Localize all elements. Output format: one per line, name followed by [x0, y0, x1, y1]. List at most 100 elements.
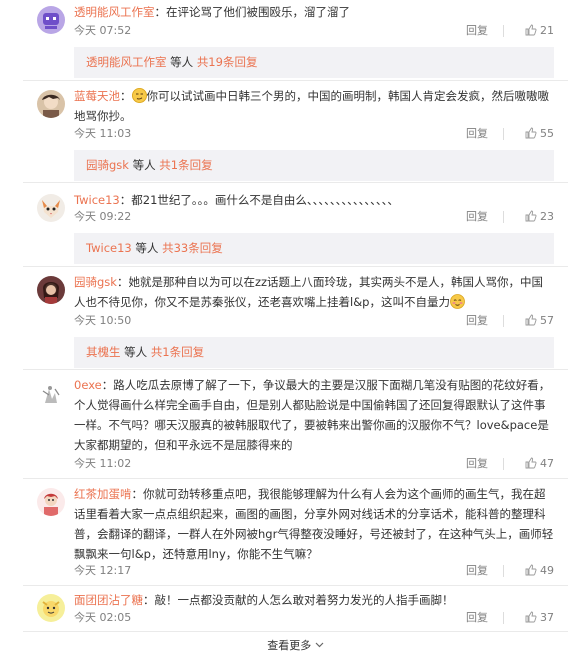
- thumbs-up-icon: [525, 564, 537, 576]
- comment-meta: 今天 12:17 回复 49: [74, 562, 554, 580]
- divider: [23, 266, 568, 267]
- comment-username[interactable]: 园骑gsk: [74, 275, 117, 289]
- comment-meta: 今天 09:22 回复 23: [74, 208, 554, 226]
- comment-time: 今天 02:05: [74, 611, 132, 624]
- reply-button[interactable]: 回复: [466, 125, 488, 143]
- divider: [23, 182, 568, 183]
- sub-reply-mid: 等人: [128, 158, 160, 172]
- comment-username[interactable]: 蓝莓天池: [74, 89, 120, 103]
- sub-reply-box[interactable]: Twice13 等人 共33条回复: [74, 233, 554, 264]
- sub-reply-count[interactable]: 共1条回复: [159, 158, 212, 172]
- like-count: 37: [540, 611, 554, 624]
- like-button[interactable]: 47: [510, 455, 554, 473]
- divider: [503, 315, 504, 327]
- avatar[interactable]: [37, 594, 65, 622]
- sub-reply-mid: 等人: [166, 55, 197, 69]
- comment-meta: 今天 11:02 回复 47: [74, 455, 554, 473]
- comment-meta: 今天 02:05 回复 37: [74, 609, 554, 627]
- comment-body: ：在评论骂了他们被围殴乐，溜了溜了: [154, 5, 351, 19]
- reply-button[interactable]: 回复: [466, 455, 488, 473]
- like-count: 55: [540, 127, 554, 140]
- comment-list: 透明能风工作室：在评论骂了他们被围殴乐，溜了溜了 今天 07:52 回复 21 …: [23, 0, 568, 652]
- like-button[interactable]: 57: [510, 312, 554, 330]
- divider: [23, 585, 568, 586]
- sub-reply-username[interactable]: Twice13: [86, 241, 132, 255]
- like-button[interactable]: 49: [510, 562, 554, 580]
- divider: [503, 128, 504, 140]
- avatar[interactable]: [37, 276, 65, 304]
- like-button[interactable]: 23: [510, 208, 554, 226]
- load-more-button[interactable]: 查看更多: [23, 637, 568, 652]
- like-button[interactable]: 37: [510, 609, 554, 627]
- comment-time: 今天 12:17: [74, 564, 132, 577]
- divider: [503, 612, 504, 624]
- smirk-emoji-icon: [131, 88, 147, 103]
- like-count: 57: [540, 314, 554, 327]
- comment-username[interactable]: 面团团沾了糖: [74, 593, 143, 607]
- sub-reply-mid: 等人: [131, 241, 163, 255]
- like-count: 23: [540, 210, 554, 223]
- divider: [503, 25, 504, 37]
- comment-username[interactable]: 透明能风工作室: [74, 5, 155, 19]
- comment-text: 园骑gsk：她就是那种自以为可以在zz话题上八面玲珑，其实两头不是人，韩国人骂你…: [74, 272, 554, 312]
- comment-text: 面团团沾了糖：敲！一点都没贡献的人怎么敢对着努力发光的人指手画脚！: [74, 590, 554, 610]
- sub-reply-count[interactable]: 共19条回复: [197, 55, 258, 69]
- avatar[interactable]: [37, 90, 65, 118]
- like-count: 49: [540, 564, 554, 577]
- comment-meta: 今天 10:50 回复 57: [74, 312, 554, 330]
- comment-meta: 今天 11:03 回复 55: [74, 125, 554, 143]
- sub-reply-box[interactable]: 园骑gsk 等人 共1条回复: [74, 150, 554, 181]
- reply-button[interactable]: 回复: [466, 312, 488, 330]
- comment-text: 红茶加蛋啃：你就可劲转移重点吧，我很能够理解为什么有人会为这个画师的画生气，我在…: [74, 484, 554, 564]
- thumbs-up-icon: [525, 127, 537, 139]
- sub-reply-box[interactable]: 其槐生 等人 共1条回复: [74, 337, 554, 368]
- comment-meta: 今天 07:52 回复 21: [74, 22, 554, 40]
- sub-reply-username[interactable]: 其槐生: [86, 345, 121, 359]
- sub-reply-username[interactable]: 透明能风工作室: [86, 55, 167, 69]
- comment-text: 蓝莓天池： 你可以试试画中日韩三个男的，中国的画明制，韩国人肯定会发疯，然后嗷嗷嗷…: [74, 86, 554, 126]
- comment-time: 今天 09:22: [74, 210, 132, 223]
- divider: [503, 211, 504, 223]
- thumbs-up-icon: [525, 24, 537, 36]
- comment-text: Twice13：都21世纪了。。。画什么不是自由么、、、、、、、、、、、、、、、: [74, 190, 554, 210]
- comment-body: ：路人吃瓜去原博了解了一下，争议最大的主要是汉服下面糊几笔没有贴图的花纹好看，个…: [74, 378, 551, 452]
- comment-username[interactable]: 红茶加蛋啃: [74, 487, 132, 501]
- reply-button[interactable]: 回复: [466, 562, 488, 580]
- like-count: 47: [540, 457, 554, 470]
- comment-text: 0exe：路人吃瓜去原博了解了一下，争议最大的主要是汉服下面糊几笔没有贴图的花纹…: [74, 375, 554, 455]
- thumbs-up-icon: [525, 314, 537, 326]
- comment-body: ：你就可劲转移重点吧，我很能够理解为什么有人会为这个画师的画生气，我在超话里看着…: [74, 487, 554, 561]
- thumbs-up-icon: [525, 457, 537, 469]
- comment-body: ：敲！一点都没贡献的人怎么敢对着努力发光的人指手画脚！: [143, 593, 454, 607]
- blush-emoji-icon: [450, 294, 465, 309]
- avatar[interactable]: [37, 194, 65, 222]
- sub-reply-count[interactable]: 共1条回复: [151, 345, 204, 359]
- comment-username[interactable]: Twice13: [74, 193, 120, 207]
- divider: [503, 565, 504, 577]
- sub-reply-username[interactable]: 园骑gsk: [86, 158, 129, 172]
- chevron-down-icon: [315, 642, 324, 648]
- reply-button[interactable]: 回复: [466, 609, 488, 627]
- divider: [23, 369, 568, 370]
- comment-time: 今天 10:50: [74, 314, 132, 327]
- reply-button[interactable]: 回复: [466, 22, 488, 40]
- sub-reply-mid: 等人: [120, 345, 151, 359]
- divider: [23, 631, 568, 632]
- divider: [23, 80, 568, 81]
- thumbs-up-icon: [525, 611, 537, 623]
- thumbs-up-icon: [525, 210, 537, 222]
- sub-reply-count[interactable]: 共33条回复: [162, 241, 223, 255]
- avatar[interactable]: [37, 6, 65, 34]
- comment-body: ：都21世纪了。。。画什么不是自由么、、、、、、、、、、、、、、、: [119, 193, 399, 207]
- like-button[interactable]: 21: [510, 22, 554, 40]
- avatar[interactable]: [37, 488, 65, 516]
- left-rail: [0, 0, 23, 652]
- comment-username[interactable]: 0exe: [74, 378, 102, 392]
- comment-time: 今天 11:02: [74, 457, 132, 470]
- avatar[interactable]: [37, 381, 65, 409]
- comment-text: 透明能风工作室：在评论骂了他们被围殴乐，溜了溜了: [74, 2, 554, 22]
- comment-body: ：她就是那种自以为可以在zz话题上八面玲珑，其实两头不是人，韩国人骂你，中国人也…: [74, 275, 544, 309]
- reply-button[interactable]: 回复: [466, 208, 488, 226]
- like-button[interactable]: 55: [510, 125, 554, 143]
- sub-reply-box[interactable]: 透明能风工作室 等人 共19条回复: [74, 47, 554, 78]
